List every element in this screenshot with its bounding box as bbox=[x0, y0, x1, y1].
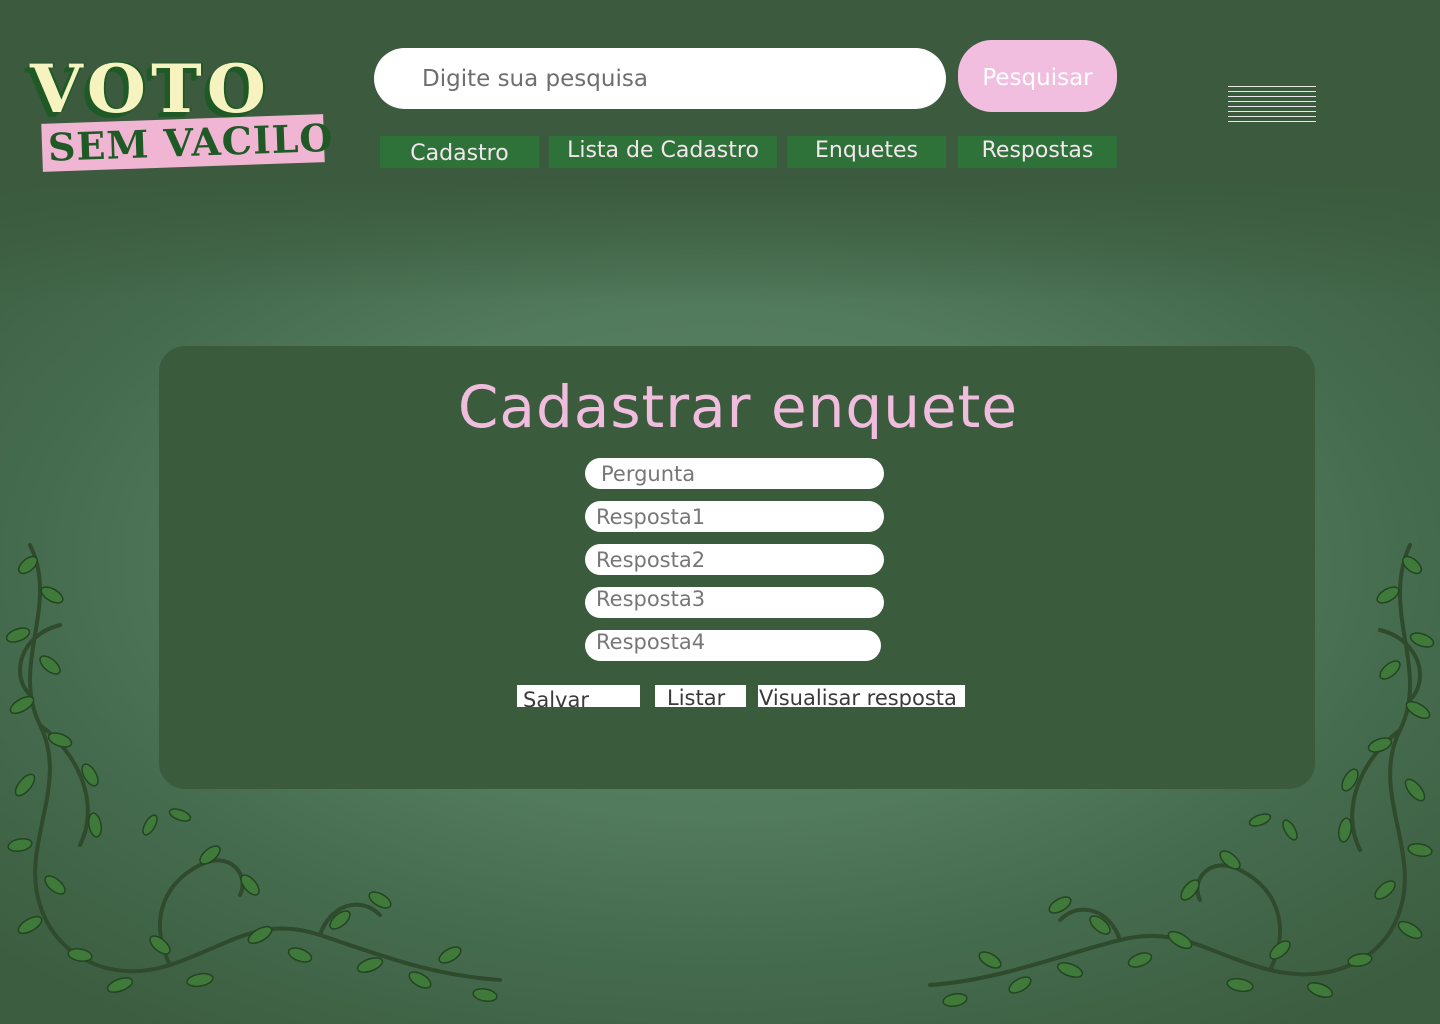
tab-lista-de-cadastro[interactable]: Lista de Cadastro bbox=[549, 136, 777, 168]
vine-decoration-left bbox=[5, 543, 502, 1003]
resposta1-field[interactable] bbox=[585, 501, 884, 532]
logo-subtitle: SEM VACILO bbox=[47, 114, 335, 170]
hamburger-menu-icon[interactable] bbox=[1228, 86, 1316, 122]
tab-respostas[interactable]: Respostas bbox=[958, 136, 1117, 168]
list-button[interactable]: Listar bbox=[655, 685, 746, 707]
save-button[interactable]: Salvar bbox=[517, 685, 640, 707]
vine-decoration-right bbox=[928, 543, 1435, 1008]
search-input[interactable] bbox=[374, 48, 946, 109]
voto-sem-vacilo-logo[interactable]: VOTO SEM VACILO bbox=[28, 50, 335, 172]
resposta2-field[interactable] bbox=[585, 544, 884, 575]
tab-enquetes[interactable]: Enquetes bbox=[787, 136, 946, 168]
resposta4-field[interactable] bbox=[585, 630, 881, 661]
page-title: Cadastrar enquete bbox=[457, 373, 1019, 441]
tab-cadastro[interactable]: Cadastro bbox=[380, 136, 539, 168]
resposta3-field[interactable] bbox=[585, 587, 884, 618]
search-button[interactable]: Pesquisar bbox=[958, 40, 1117, 112]
pergunta-field[interactable] bbox=[585, 458, 884, 489]
logo-title: VOTO bbox=[30, 50, 272, 128]
